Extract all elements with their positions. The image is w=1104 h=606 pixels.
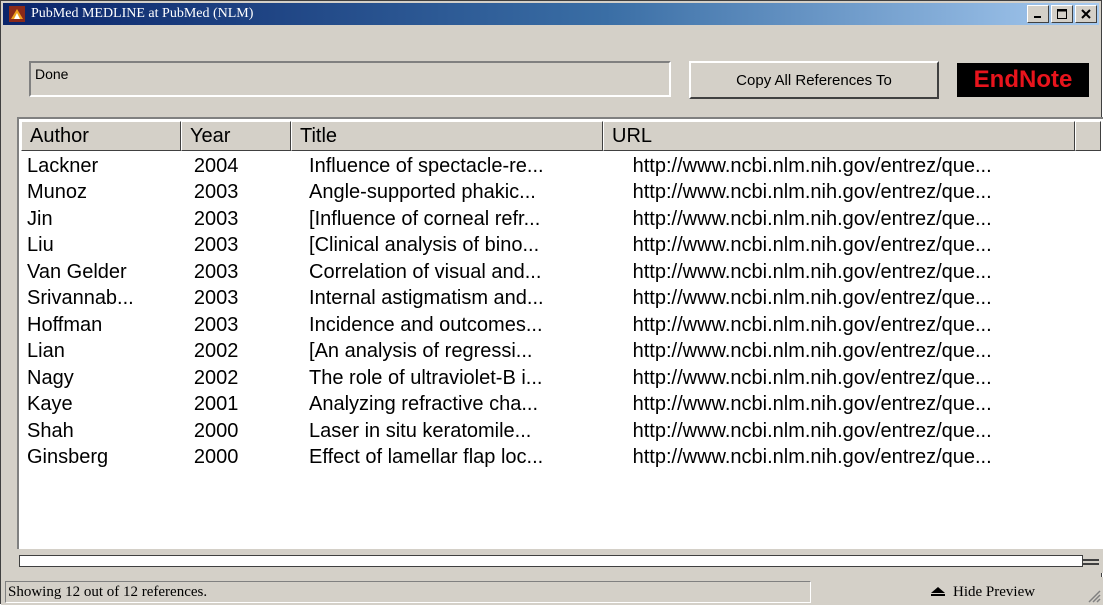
cell-author: Shah	[27, 419, 74, 442]
cell-title: Internal astigmatism and...	[309, 287, 544, 310]
cell-title: Incidence and outcomes...	[309, 313, 543, 336]
cell-author: Munoz	[27, 181, 88, 204]
table-row[interactable]: Lian 2002 [An analysis of regressi... ht…	[19, 339, 1099, 366]
column-header-year[interactable]: Year	[181, 121, 291, 151]
status-field: Done	[29, 61, 671, 97]
table-body: Lackner 2004 Influence of spectacle-re..…	[19, 153, 1099, 471]
cell-url: http://www.ncbi.nlm.nih.gov/entrez/que..…	[632, 154, 992, 177]
hide-preview-label: Hide Preview	[953, 583, 1036, 600]
status-text: Showing 12 out of 12 references.	[5, 581, 811, 603]
cell-url: http://www.ncbi.nlm.nih.gov/entrez/que..…	[632, 340, 992, 363]
cell-author: Srivannab...	[27, 287, 134, 310]
table-row[interactable]: Hoffman 2003 Incidence and outcomes... h…	[19, 312, 1099, 339]
column-header-author[interactable]: Author	[21, 121, 181, 151]
table-row[interactable]: Lackner 2004 Influence of spectacle-re..…	[19, 153, 1099, 180]
cell-author: Jin	[27, 207, 53, 230]
maximize-button[interactable]	[1051, 5, 1073, 23]
window-controls	[1025, 5, 1097, 23]
cell-author: Lian	[27, 340, 65, 363]
cell-url: http://www.ncbi.nlm.nih.gov/entrez/que..…	[632, 366, 992, 389]
cell-year: 2000	[193, 419, 239, 442]
title-bar[interactable]: PubMed MEDLINE at PubMed (NLM)	[3, 3, 1099, 25]
scrollbar-track[interactable]	[19, 555, 1083, 567]
cell-title: Analyzing refractive cha...	[309, 393, 539, 416]
arrow-up-icon	[931, 587, 945, 596]
cell-year: 2002	[193, 366, 239, 389]
table-row[interactable]: Ginsberg 2000 Effect of lamellar flap lo…	[19, 445, 1099, 472]
cell-title: Influence of spectacle-re...	[309, 154, 544, 177]
cell-year: 2000	[193, 446, 239, 469]
cell-url: http://www.ncbi.nlm.nih.gov/entrez/que..…	[632, 181, 992, 204]
splitter-grip-icon[interactable]	[1083, 559, 1099, 567]
cell-url: http://www.ncbi.nlm.nih.gov/entrez/que..…	[632, 260, 992, 283]
cell-year: 2003	[193, 287, 239, 310]
close-button[interactable]	[1075, 5, 1097, 23]
cell-author: Ginsberg	[27, 446, 109, 469]
app-window: PubMed MEDLINE at PubMed (NLM) Done Copy…	[0, 0, 1103, 605]
table-header: Author Year Title URL	[21, 121, 1101, 151]
table-row[interactable]: Kaye 2001 Analyzing refractive cha... ht…	[19, 392, 1099, 419]
cell-url: http://www.ncbi.nlm.nih.gov/entrez/que..…	[632, 446, 992, 469]
cell-title: Angle-supported phakic...	[309, 181, 536, 204]
minimize-button[interactable]	[1027, 5, 1049, 23]
cell-url: http://www.ncbi.nlm.nih.gov/entrez/que..…	[632, 234, 992, 257]
close-icon	[1081, 9, 1091, 19]
cell-title: Correlation of visual and...	[309, 260, 542, 283]
cell-year: 2001	[193, 393, 239, 416]
table-row[interactable]: Shah 2000 Laser in situ keratomile... ht…	[19, 418, 1099, 445]
table-row[interactable]: Jin 2003 [Influence of corneal refr... h…	[19, 206, 1099, 233]
column-header-url[interactable]: URL	[603, 121, 1075, 151]
cell-title: The role of ultraviolet-B i...	[309, 366, 543, 389]
references-table: Author Year Title URL Lackner 2004 Influ…	[17, 117, 1103, 549]
cell-url: http://www.ncbi.nlm.nih.gov/entrez/que..…	[632, 313, 992, 336]
cell-url: http://www.ncbi.nlm.nih.gov/entrez/que..…	[632, 207, 992, 230]
table-row[interactable]: Liu 2003 [Clinical analysis of bino... h…	[19, 233, 1099, 260]
cell-title: [An analysis of regressi...	[309, 340, 533, 363]
table-row[interactable]: Srivannab... 2003 Internal astigmatism a…	[19, 286, 1099, 313]
cell-url: http://www.ncbi.nlm.nih.gov/entrez/que..…	[632, 287, 992, 310]
horizontal-scrollbar[interactable]	[17, 549, 1103, 573]
column-header-filler	[1075, 121, 1101, 151]
cell-year: 2003	[193, 234, 239, 257]
cell-title: [Influence of corneal refr...	[309, 207, 541, 230]
cell-year: 2003	[193, 181, 239, 204]
cell-author: Lackner	[27, 154, 99, 177]
cell-year: 2004	[193, 154, 239, 177]
cell-year: 2003	[193, 260, 239, 283]
minimize-icon	[1034, 16, 1041, 18]
status-bar: Showing 12 out of 12 references. Hide Pr…	[1, 577, 1103, 605]
app-icon	[9, 6, 25, 22]
cell-author: Kaye	[27, 393, 73, 416]
cell-author: Hoffman	[27, 313, 103, 336]
column-header-title[interactable]: Title	[291, 121, 603, 151]
resize-grip-icon[interactable]	[1085, 587, 1101, 603]
cell-title: [Clinical analysis of bino...	[309, 234, 540, 257]
cell-url: http://www.ncbi.nlm.nih.gov/entrez/que..…	[632, 393, 992, 416]
table-row[interactable]: Munoz 2003 Angle-supported phakic... htt…	[19, 180, 1099, 207]
cell-author: Liu	[27, 234, 54, 257]
cell-year: 2003	[193, 207, 239, 230]
cell-year: 2003	[193, 313, 239, 336]
cell-title: Laser in situ keratomile...	[309, 419, 532, 442]
table-row[interactable]: Nagy 2002 The role of ultraviolet-B i...…	[19, 365, 1099, 392]
cell-year: 2002	[193, 340, 239, 363]
endnote-logo[interactable]: EndNote	[957, 63, 1089, 97]
table-row[interactable]: Van Gelder 2003 Correlation of visual an…	[19, 259, 1099, 286]
maximize-icon	[1057, 9, 1067, 19]
copy-all-references-button[interactable]: Copy All References To	[689, 61, 939, 99]
cell-author: Nagy	[27, 366, 74, 389]
cell-author: Van Gelder	[27, 260, 127, 283]
hide-preview-button[interactable]: Hide Preview	[931, 581, 1035, 603]
cell-url: http://www.ncbi.nlm.nih.gov/entrez/que..…	[632, 419, 992, 442]
cell-title: Effect of lamellar flap loc...	[309, 446, 544, 469]
window-title: PubMed MEDLINE at PubMed (NLM)	[31, 6, 254, 21]
